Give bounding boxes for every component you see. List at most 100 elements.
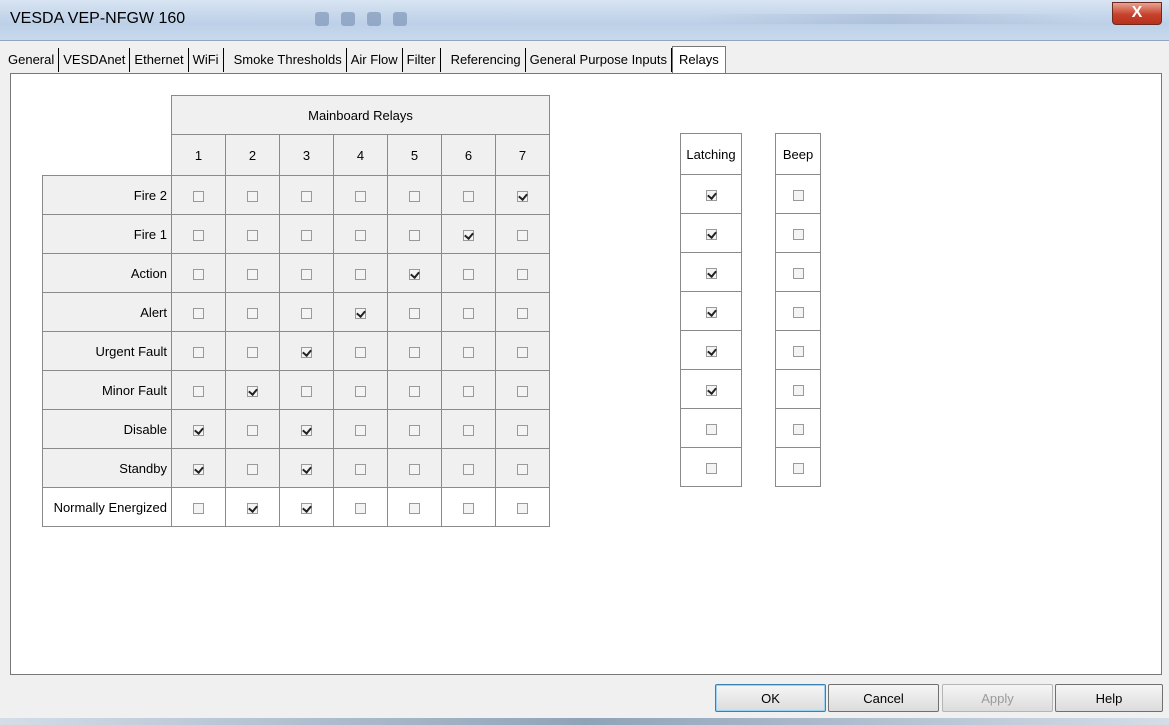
relay-checkbox[interactable] — [193, 502, 204, 514]
relay-checkbox[interactable] — [247, 307, 258, 319]
relay-checkbox[interactable] — [247, 424, 258, 436]
relay-checkbox[interactable] — [463, 307, 474, 319]
latching-checkbox[interactable] — [705, 423, 717, 435]
relay-checkbox[interactable] — [409, 424, 420, 436]
relay-checkbox[interactable] — [247, 268, 258, 280]
beep-checkbox[interactable] — [792, 462, 804, 474]
beep-checkbox[interactable] — [792, 345, 804, 357]
relay-checkbox[interactable] — [409, 385, 420, 397]
relay-checkbox[interactable] — [301, 268, 312, 280]
relay-checkbox[interactable] — [355, 385, 366, 397]
relay-checkbox[interactable] — [247, 385, 258, 397]
relay-checkbox[interactable] — [193, 346, 204, 358]
relay-checkbox[interactable] — [517, 229, 528, 241]
relay-column-header: 5 — [387, 134, 442, 176]
relay-checkbox[interactable] — [517, 463, 528, 475]
relay-checkbox[interactable] — [301, 424, 312, 436]
relay-checkbox[interactable] — [463, 463, 474, 475]
relay-checkbox[interactable] — [355, 346, 366, 358]
relay-checkbox[interactable] — [409, 307, 420, 319]
tab-air-flow[interactable]: Air Flow — [347, 48, 403, 72]
relay-checkbox[interactable] — [355, 268, 366, 280]
relay-checkbox[interactable] — [301, 229, 312, 241]
save-icon[interactable] — [341, 12, 355, 26]
beep-checkbox[interactable] — [792, 228, 804, 240]
ok-button[interactable]: OK — [715, 684, 826, 712]
latching-checkbox[interactable] — [705, 228, 717, 240]
relay-checkbox[interactable] — [517, 346, 528, 358]
relay-checkbox[interactable] — [193, 385, 204, 397]
relay-checkbox[interactable] — [301, 190, 312, 202]
latching-checkbox[interactable] — [705, 306, 717, 318]
relay-checkbox[interactable] — [355, 502, 366, 514]
relay-checkbox[interactable] — [517, 190, 528, 202]
latching-checkbox[interactable] — [705, 189, 717, 201]
relay-checkbox[interactable] — [409, 268, 420, 280]
relay-checkbox[interactable] — [355, 229, 366, 241]
latching-checkbox[interactable] — [705, 462, 717, 474]
help-button[interactable]: Help — [1055, 684, 1163, 712]
relay-checkbox[interactable] — [463, 190, 474, 202]
relay-checkbox[interactable] — [247, 502, 258, 514]
relay-checkbox[interactable] — [301, 307, 312, 319]
relay-checkbox[interactable] — [409, 463, 420, 475]
tab-wifi[interactable]: WiFi — [189, 48, 224, 72]
relay-checkbox[interactable] — [409, 346, 420, 358]
relay-checkbox[interactable] — [463, 502, 474, 514]
tab-ethernet[interactable]: Ethernet — [130, 48, 189, 72]
relay-checkbox[interactable] — [301, 385, 312, 397]
relay-checkbox[interactable] — [355, 424, 366, 436]
relay-checkbox[interactable] — [193, 463, 204, 475]
relay-checkbox[interactable] — [517, 268, 528, 280]
tab-general[interactable]: General — [4, 48, 60, 72]
relay-checkbox[interactable] — [517, 307, 528, 319]
relay-checkbox[interactable] — [247, 229, 258, 241]
latching-checkbox[interactable] — [705, 384, 717, 396]
relay-checkbox[interactable] — [463, 229, 474, 241]
relay-checkbox[interactable] — [463, 385, 474, 397]
relay-row-label: Standby — [42, 448, 172, 488]
close-button[interactable]: X — [1112, 2, 1162, 25]
relay-checkbox[interactable] — [463, 346, 474, 358]
tab-relays[interactable]: Relays — [671, 46, 726, 73]
relay-checkbox[interactable] — [247, 463, 258, 475]
beep-checkbox[interactable] — [792, 267, 804, 279]
relay-checkbox[interactable] — [409, 502, 420, 514]
relay-checkbox[interactable] — [463, 424, 474, 436]
relay-checkbox[interactable] — [517, 385, 528, 397]
relay-checkbox[interactable] — [301, 463, 312, 475]
latching-checkbox[interactable] — [705, 345, 717, 357]
relay-checkbox[interactable] — [247, 346, 258, 358]
relay-checkbox[interactable] — [517, 502, 528, 514]
beep-checkbox[interactable] — [792, 189, 804, 201]
tab-referencing[interactable]: Referencing — [447, 48, 526, 72]
beep-checkbox[interactable] — [792, 423, 804, 435]
relay-checkbox[interactable] — [193, 229, 204, 241]
undo-icon[interactable] — [367, 12, 381, 26]
beep-checkbox[interactable] — [792, 384, 804, 396]
relay-row: Fire 1 — [42, 214, 550, 254]
tab-vesdanet[interactable]: VESDAnet — [59, 48, 131, 72]
relay-checkbox[interactable] — [517, 424, 528, 436]
tab-filter[interactable]: Filter — [403, 48, 441, 72]
apply-button[interactable]: Apply — [942, 684, 1053, 712]
beep-checkbox[interactable] — [792, 306, 804, 318]
relay-checkbox[interactable] — [301, 346, 312, 358]
relay-checkbox[interactable] — [193, 268, 204, 280]
relay-checkbox[interactable] — [355, 190, 366, 202]
latching-checkbox[interactable] — [705, 267, 717, 279]
relay-checkbox[interactable] — [193, 307, 204, 319]
cancel-button[interactable]: Cancel — [828, 684, 939, 712]
tab-general-purpose-inputs[interactable]: General Purpose Inputs — [526, 48, 672, 72]
relay-checkbox[interactable] — [355, 307, 366, 319]
relay-checkbox[interactable] — [193, 190, 204, 202]
relay-checkbox[interactable] — [193, 424, 204, 436]
relay-checkbox[interactable] — [409, 229, 420, 241]
relay-checkbox[interactable] — [301, 502, 312, 514]
relay-checkbox[interactable] — [247, 190, 258, 202]
relay-checkbox[interactable] — [463, 268, 474, 280]
relay-checkbox[interactable] — [355, 463, 366, 475]
relay-checkbox[interactable] — [409, 190, 420, 202]
refresh-icon[interactable] — [393, 12, 407, 26]
tab-smoke-thresholds[interactable]: Smoke Thresholds — [230, 48, 347, 72]
